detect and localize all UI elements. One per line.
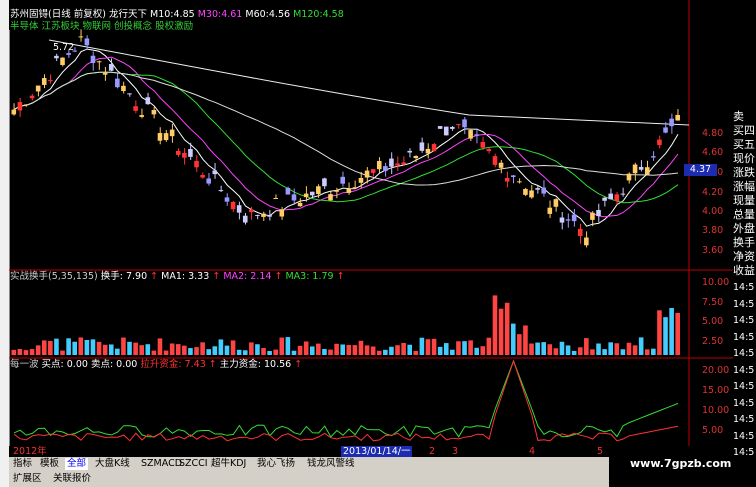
ma1-value: MA1: 3.33: [161, 271, 210, 282]
extension-tabs: 扩展区 关联报价: [9, 471, 609, 487]
quote-panel: 卖买四 买五 现价 涨跌 涨幅 现量 总量 外盘 换手 净资 收益: [733, 110, 756, 280]
kline-chart[interactable]: [9, 0, 733, 446]
indicator-name: 龙行天下: [108, 9, 147, 20]
price-tick: 4.20: [702, 187, 724, 198]
indicator-tick: 5.00: [702, 425, 724, 436]
month-label-3: 3: [452, 446, 459, 457]
turnover-value: 换手: 7.90: [100, 271, 148, 282]
ma60-label: M60:4.56: [245, 9, 291, 20]
tab-indicator[interactable]: 指标: [11, 458, 34, 470]
time-tick: 14:5: [733, 381, 755, 392]
tab-szcci[interactable]: SZCCI: [177, 458, 210, 470]
tab-qianlong[interactable]: 钱龙风警线: [305, 458, 357, 470]
indicator-tick: 10.00: [702, 405, 730, 416]
quote-field-label: 现量: [733, 194, 755, 207]
time-tick: 14:5: [733, 315, 755, 326]
price-tick: 4.60: [702, 147, 724, 158]
time-tick: 14:5: [733, 397, 755, 409]
ma10-label: M10:4.85: [150, 9, 195, 20]
quote-field-label: 卖: [733, 110, 744, 123]
chart-header: 苏州固锝(日线 前复权) 龙行天下 M10:4.85 M30:4.61 M60:…: [10, 9, 344, 21]
concept-tags: 半导体 江苏板块 物联网 创投概念 股权激励: [10, 21, 194, 32]
price-tick: 3.80: [702, 225, 724, 236]
indicator-tick: 20.00: [702, 365, 730, 376]
price-tick: 4.00: [702, 206, 724, 217]
main-fund-value: 主力资金: 10.56: [219, 359, 292, 370]
year-label: 2012年: [13, 446, 47, 457]
quote-field-label: 买四: [733, 124, 755, 137]
indicator-header: 每一波 买点: 0.00 卖点: 0.00 拉升资金: 7.43 ↑ 主力资金:…: [10, 359, 303, 370]
watermark: www.7gpzb.com: [630, 457, 732, 470]
time-tick: 14:5: [733, 430, 755, 442]
tab-market-kline[interactable]: 大盘K线: [93, 458, 132, 470]
current-price-tag: 4.37: [684, 164, 717, 176]
quote-field-label: 换手: [733, 236, 755, 249]
cursor-date: 2013/01/14/一: [341, 446, 413, 457]
lift-fund-value: 拉升资金: 7.43: [140, 359, 206, 370]
ma120-label: M120:4.58: [293, 9, 344, 20]
time-tick: 14:5: [733, 331, 755, 343]
quote-field-label: 净资: [733, 250, 755, 263]
tab-template[interactable]: 模板: [38, 458, 61, 470]
indicator-tick: 15.00: [702, 385, 730, 396]
buy-value: 买点: 0.00: [41, 359, 88, 370]
tab-wxfy[interactable]: 我心飞扬: [255, 458, 297, 470]
tab-related-quotes[interactable]: 关联报价: [51, 473, 93, 485]
indicator-panel-name: 每一波: [10, 359, 39, 370]
time-tick: 14:5: [733, 282, 755, 293]
time-tick: 14:5: [733, 298, 755, 310]
price-tick: 4.80: [702, 128, 724, 139]
price-tick: 3.60: [702, 245, 724, 256]
time-tick: 14:5: [733, 414, 755, 425]
stock-name: 苏州固锝(日线 前复权): [10, 9, 106, 20]
time-tick: 14:5: [733, 364, 755, 376]
time-tick: 14:5: [733, 348, 755, 359]
volume-indicator-name: 实战换手(5,35,135): [10, 271, 98, 282]
quote-field-label: 外盘: [733, 222, 755, 235]
ma2-value: MA2: 2.14: [223, 271, 272, 282]
ma30-label: M30:4.61: [197, 9, 243, 20]
month-label-4: 4: [529, 446, 536, 457]
indicator-tabs: 指标 模板 全部 大盘K线 SZMACD SZCCI 超牛KDJ 我心飞扬 钱龙…: [9, 457, 609, 471]
volume-tick: 7.50: [702, 297, 724, 308]
quote-field-label: 买五: [733, 138, 755, 151]
quote-field-label: 总量: [733, 208, 755, 221]
date-axis: 2012年 2013/01/14/一 2 3 4 5: [9, 446, 609, 457]
tab-kdj[interactable]: 超牛KDJ: [209, 458, 248, 470]
quote-field-label: 收益: [733, 264, 755, 277]
sell-value: 卖点: 0.00: [90, 359, 138, 370]
time-tick: 14:5: [733, 447, 755, 458]
tab-extension[interactable]: 扩展区: [11, 473, 44, 485]
high-price-label: 5.72: [53, 42, 75, 53]
month-label-2: 2: [429, 446, 436, 457]
quote-field-label: 现价: [733, 152, 755, 165]
volume-header: 实战换手(5,35,135) 换手: 7.90 ↑ MA1: 3.33 ↑ MA…: [10, 271, 345, 282]
quote-field-label: 涨幅: [733, 180, 755, 193]
month-label-5: 5: [597, 446, 604, 457]
quote-field-label: 涨跌: [733, 166, 755, 179]
volume-tick: 2.50: [702, 336, 724, 347]
ma3-value: MA3: 1.79: [285, 271, 334, 282]
volume-tick: 10.00: [702, 277, 730, 288]
volume-tick: 5.00: [702, 316, 724, 327]
tab-all[interactable]: 全部: [65, 458, 89, 470]
